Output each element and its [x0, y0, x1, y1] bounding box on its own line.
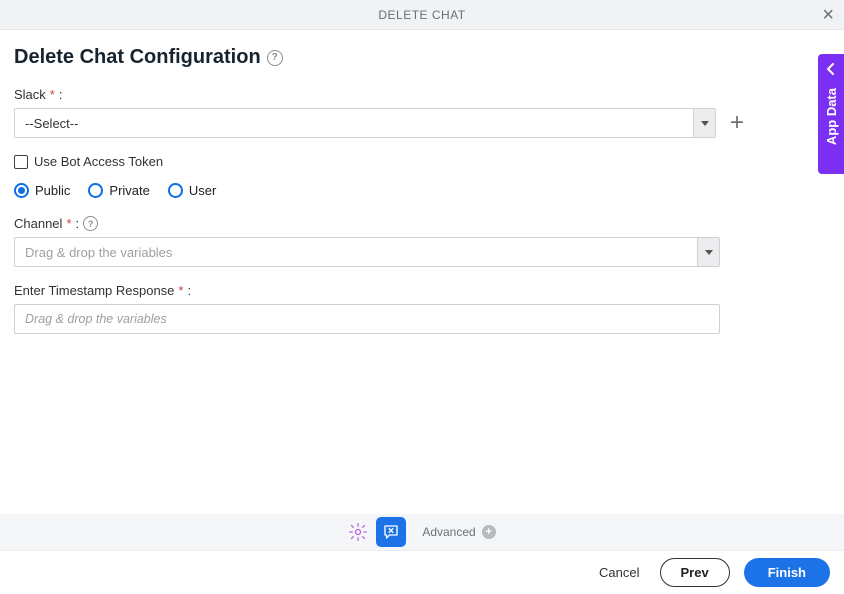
chevron-left-icon	[826, 62, 836, 78]
radio-icon	[168, 183, 183, 198]
add-slack-icon[interactable]: +	[730, 111, 744, 135]
plus-circle-icon: +	[482, 525, 496, 539]
delete-chat-action-icon[interactable]	[376, 517, 406, 547]
advanced-label: Advanced	[422, 525, 475, 539]
checkbox-icon	[14, 155, 28, 169]
required-marker: *	[50, 87, 55, 102]
required-marker: *	[66, 216, 71, 231]
slack-label: Slack * :	[14, 87, 830, 102]
radio-user[interactable]: User	[168, 183, 216, 198]
slack-select[interactable]: --Select--	[14, 108, 716, 138]
radio-user-label: User	[189, 183, 216, 198]
bot-token-label: Use Bot Access Token	[34, 154, 163, 169]
page-title: Delete Chat Configuration	[14, 46, 261, 69]
help-icon[interactable]: ?	[83, 216, 98, 231]
bot-token-checkbox-row[interactable]: Use Bot Access Token	[14, 154, 830, 169]
scope-radio-group: Public Private User	[14, 183, 830, 198]
prev-button[interactable]: Prev	[660, 558, 730, 587]
side-panel-label: App Data	[824, 88, 839, 145]
channel-label: Channel	[14, 216, 62, 231]
timestamp-placeholder: Drag & drop the variables	[25, 312, 167, 326]
radio-private[interactable]: Private	[88, 183, 149, 198]
form-content: Delete Chat Configuration ? Slack * : --…	[0, 30, 844, 334]
modal-title: DELETE CHAT	[378, 8, 465, 22]
colon: :	[76, 216, 80, 231]
colon: :	[59, 87, 63, 102]
channel-placeholder: Drag & drop the variables	[15, 245, 697, 260]
channel-label-row: Channel * : ?	[14, 216, 830, 231]
app-data-side-tab[interactable]: App Data	[818, 54, 844, 174]
bottom-toolbar: Advanced +	[0, 514, 844, 550]
slack-label-text: Slack	[14, 87, 46, 102]
colon: :	[187, 283, 191, 298]
radio-public[interactable]: Public	[14, 183, 70, 198]
channel-select[interactable]: Drag & drop the variables	[14, 237, 720, 267]
timestamp-input[interactable]: Drag & drop the variables	[14, 304, 720, 334]
radio-icon	[88, 183, 103, 198]
radio-private-label: Private	[109, 183, 149, 198]
required-marker: *	[178, 283, 183, 298]
timestamp-label-row: Enter Timestamp Response * :	[14, 283, 830, 298]
footer-bar: Cancel Prev Finish	[0, 550, 844, 594]
finish-button[interactable]: Finish	[744, 558, 830, 587]
dropdown-arrow-icon	[697, 238, 719, 266]
radio-icon-selected	[14, 183, 29, 198]
radio-public-label: Public	[35, 183, 70, 198]
slack-select-value: --Select--	[15, 116, 693, 131]
advanced-toggle[interactable]: Advanced +	[422, 525, 495, 539]
help-icon[interactable]: ?	[267, 50, 283, 66]
gear-icon[interactable]	[348, 522, 368, 542]
cancel-button[interactable]: Cancel	[593, 565, 645, 580]
dropdown-arrow-icon	[693, 109, 715, 137]
timestamp-label: Enter Timestamp Response	[14, 283, 174, 298]
modal-title-bar: DELETE CHAT ×	[0, 0, 844, 30]
close-icon[interactable]: ×	[822, 5, 834, 25]
